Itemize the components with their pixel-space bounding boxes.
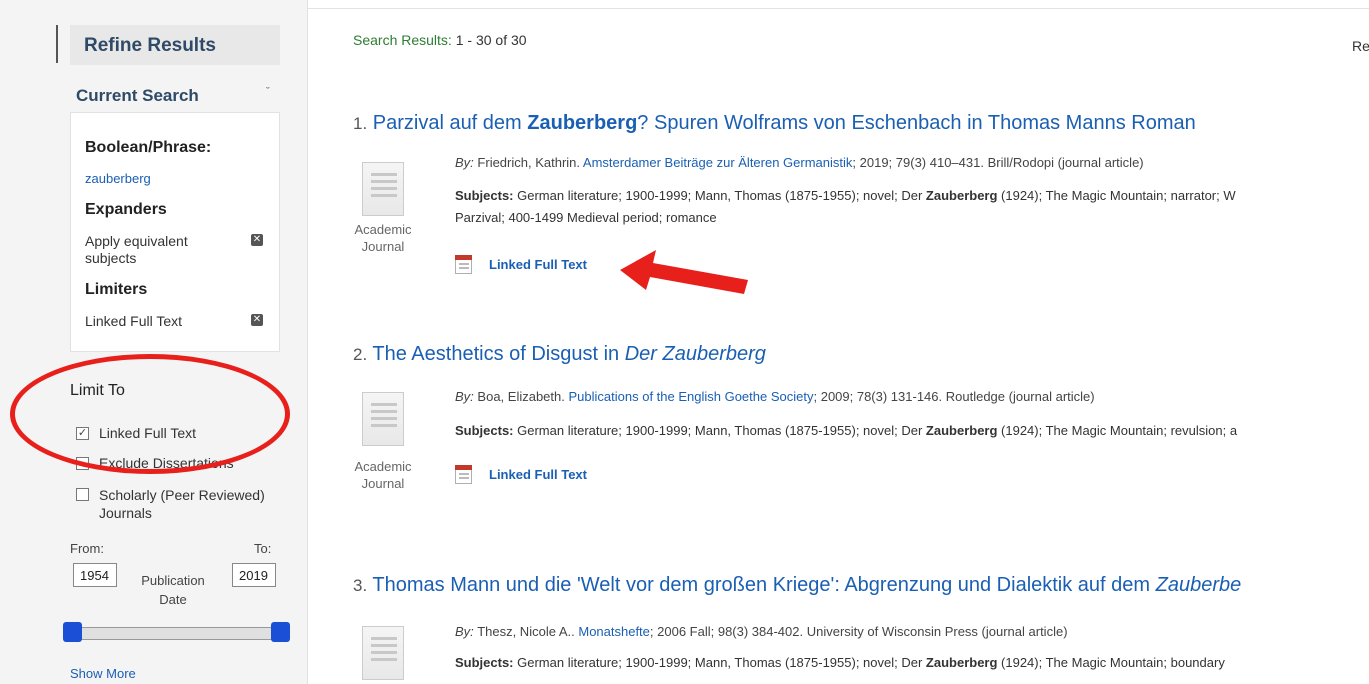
remove-x-icon[interactable]: ✕	[251, 234, 263, 246]
result-number: 3.	[353, 576, 368, 595]
limiters-label: Limiters	[85, 281, 148, 298]
result-number: 1.	[353, 114, 368, 133]
subjects-highlight: Zauberberg	[925, 423, 998, 438]
subjects-text: Parzival; 400-1499 Medieval period; roma…	[455, 210, 717, 225]
linked-full-text-link[interactable]: Linked Full Text	[455, 465, 587, 484]
from-date-input[interactable]: 1954	[73, 563, 117, 587]
author: Friedrich, Kathrin.	[477, 155, 581, 170]
full-text-label[interactable]: Linked Full Text	[489, 467, 587, 482]
relevance-sort-label[interactable]: Re	[1352, 38, 1369, 54]
by-label: By:	[455, 155, 474, 170]
linked-full-text-link[interactable]: Linked Full Text	[455, 255, 587, 274]
page: Refine Results Current Search ˇ Boolean/…	[0, 0, 1369, 684]
checkbox-icon[interactable]	[76, 488, 89, 501]
document-icon[interactable]	[362, 392, 404, 446]
limiter-item: Linked Full Text	[85, 313, 183, 329]
current-search-heading[interactable]: Current Search	[76, 86, 199, 106]
by-label: By:	[455, 389, 474, 404]
title-highlight[interactable]: Zauberberg	[527, 112, 637, 134]
subjects-label: Subjects:	[455, 188, 514, 203]
source-link[interactable]: Amsterdamer Beiträge zur Älteren Germani…	[583, 155, 852, 170]
slider-start-handle[interactable]	[63, 622, 82, 642]
full-text-label[interactable]: Linked Full Text	[489, 257, 587, 272]
subjects-text: German literature; 1900-1999; Mann, Thom…	[517, 655, 926, 670]
subjects-text: German literature; 1900-1999; Mann, Thom…	[517, 423, 926, 438]
result-subjects: Subjects: German literature; 1900-1999; …	[455, 420, 1365, 442]
subjects-text: (1924); The Magic Mountain; narrator; W	[997, 188, 1236, 203]
doc-type-label: Academic Journal	[354, 222, 412, 254]
title-text[interactable]: Parzival auf dem	[373, 112, 528, 134]
subjects-text: (1924); The Magic Mountain; boundary	[997, 655, 1225, 670]
search-term-link[interactable]: zauberberg	[85, 171, 151, 186]
result-subjects: Subjects: German literature; 1900-1999; …	[455, 652, 1365, 674]
source-details: ; 2009; 78(3) 131-146. Routledge (journa…	[813, 389, 1095, 404]
slider-end-handle[interactable]	[271, 622, 290, 642]
result-number: 2.	[353, 345, 368, 364]
publication-date-label: Publication Date	[141, 573, 205, 607]
source-link[interactable]: Monatshefte	[578, 624, 650, 639]
title-italic[interactable]: Der Zauberberg	[625, 343, 766, 365]
subjects-label: Subjects:	[455, 423, 514, 438]
subjects-highlight: Zauberberg	[925, 188, 998, 203]
subjects-label: Subjects:	[455, 655, 514, 670]
source-details: ; 2006 Fall; 98(3) 384-402. University o…	[649, 624, 1068, 639]
boolean-phrase-label: Boolean/Phrase:	[85, 139, 212, 156]
title-text[interactable]: The Aesthetics of Disgust in	[372, 343, 624, 365]
to-date-input[interactable]: 2019	[232, 563, 276, 587]
result-meta: By: Thesz, Nicole A.. Monatshefte; 2006 …	[455, 624, 1068, 639]
title-text[interactable]: ? Spuren Wolframs von Eschenbach in Thom…	[637, 112, 1195, 134]
subjects-highlight: Zauberberg	[925, 655, 998, 670]
current-search-box: Boolean/Phrase: zauberberg Expanders App…	[70, 112, 280, 352]
subjects-text: (1924); The Magic Mountain; revulsion; a	[997, 423, 1238, 438]
result-title-1[interactable]: 1. Parzival auf dem Zauberberg? Spuren W…	[353, 112, 1196, 135]
subjects-text: German literature; 1900-1999; Mann, Thom…	[517, 188, 926, 203]
title-text[interactable]: Thomas Mann und die 'Welt vor dem großen…	[372, 574, 1155, 596]
result-subjects: Subjects: German literature; 1900-1999; …	[455, 185, 1365, 229]
results-label: Search Results:	[353, 32, 452, 48]
document-icon[interactable]	[362, 626, 404, 680]
source-link[interactable]: Publications of the English Goethe Socie…	[569, 389, 814, 404]
title-italic[interactable]: Zauberbe	[1156, 574, 1242, 596]
doc-type-label: Academic Journal	[354, 459, 412, 491]
show-more-link[interactable]: Show More	[70, 666, 136, 681]
author: Thesz, Nicole A..	[477, 624, 575, 639]
result-meta: By: Friedrich, Kathrin. Amsterdamer Beit…	[455, 155, 1144, 170]
source-details: ; 2019; 79(3) 410–431. Brill/Rodopi (jou…	[852, 155, 1144, 170]
results-range: 1 - 30 of 30	[455, 32, 527, 48]
top-divider	[308, 8, 1369, 9]
checkbox-label: Scholarly (Peer Reviewed) Journals	[99, 487, 265, 521]
result-title-3[interactable]: 3. Thomas Mann und die 'Welt vor dem gro…	[353, 574, 1241, 597]
to-label: To:	[254, 541, 272, 556]
pdf-icon[interactable]	[455, 255, 472, 274]
result-meta: By: Boa, Elizabeth. Publications of the …	[455, 389, 1095, 404]
results-count: Search Results: 1 - 30 of 30	[353, 32, 527, 48]
author: Boa, Elizabeth.	[477, 389, 565, 404]
expanders-label: Expanders	[85, 201, 167, 218]
chevron-down-icon[interactable]: ˇ	[266, 86, 270, 98]
remove-x-icon[interactable]: ✕	[251, 314, 263, 326]
sidebar-collapse-handle[interactable]	[56, 25, 58, 63]
expander-item: Apply equivalent subjects	[85, 233, 188, 266]
document-icon[interactable]	[362, 162, 404, 216]
result-title-2[interactable]: 2. The Aesthetics of Disgust in Der Zaub…	[353, 343, 766, 366]
pdf-icon[interactable]	[455, 465, 472, 484]
by-label: By:	[455, 624, 474, 639]
date-slider-track[interactable]	[70, 627, 280, 640]
refine-results-heading: Refine Results	[70, 25, 280, 65]
ellipse-annotation	[10, 354, 290, 474]
limit-scholarly-journals[interactable]: Scholarly (Peer Reviewed) Journals	[76, 486, 291, 522]
arrow-annotation	[620, 250, 748, 294]
from-label: From:	[70, 541, 104, 556]
